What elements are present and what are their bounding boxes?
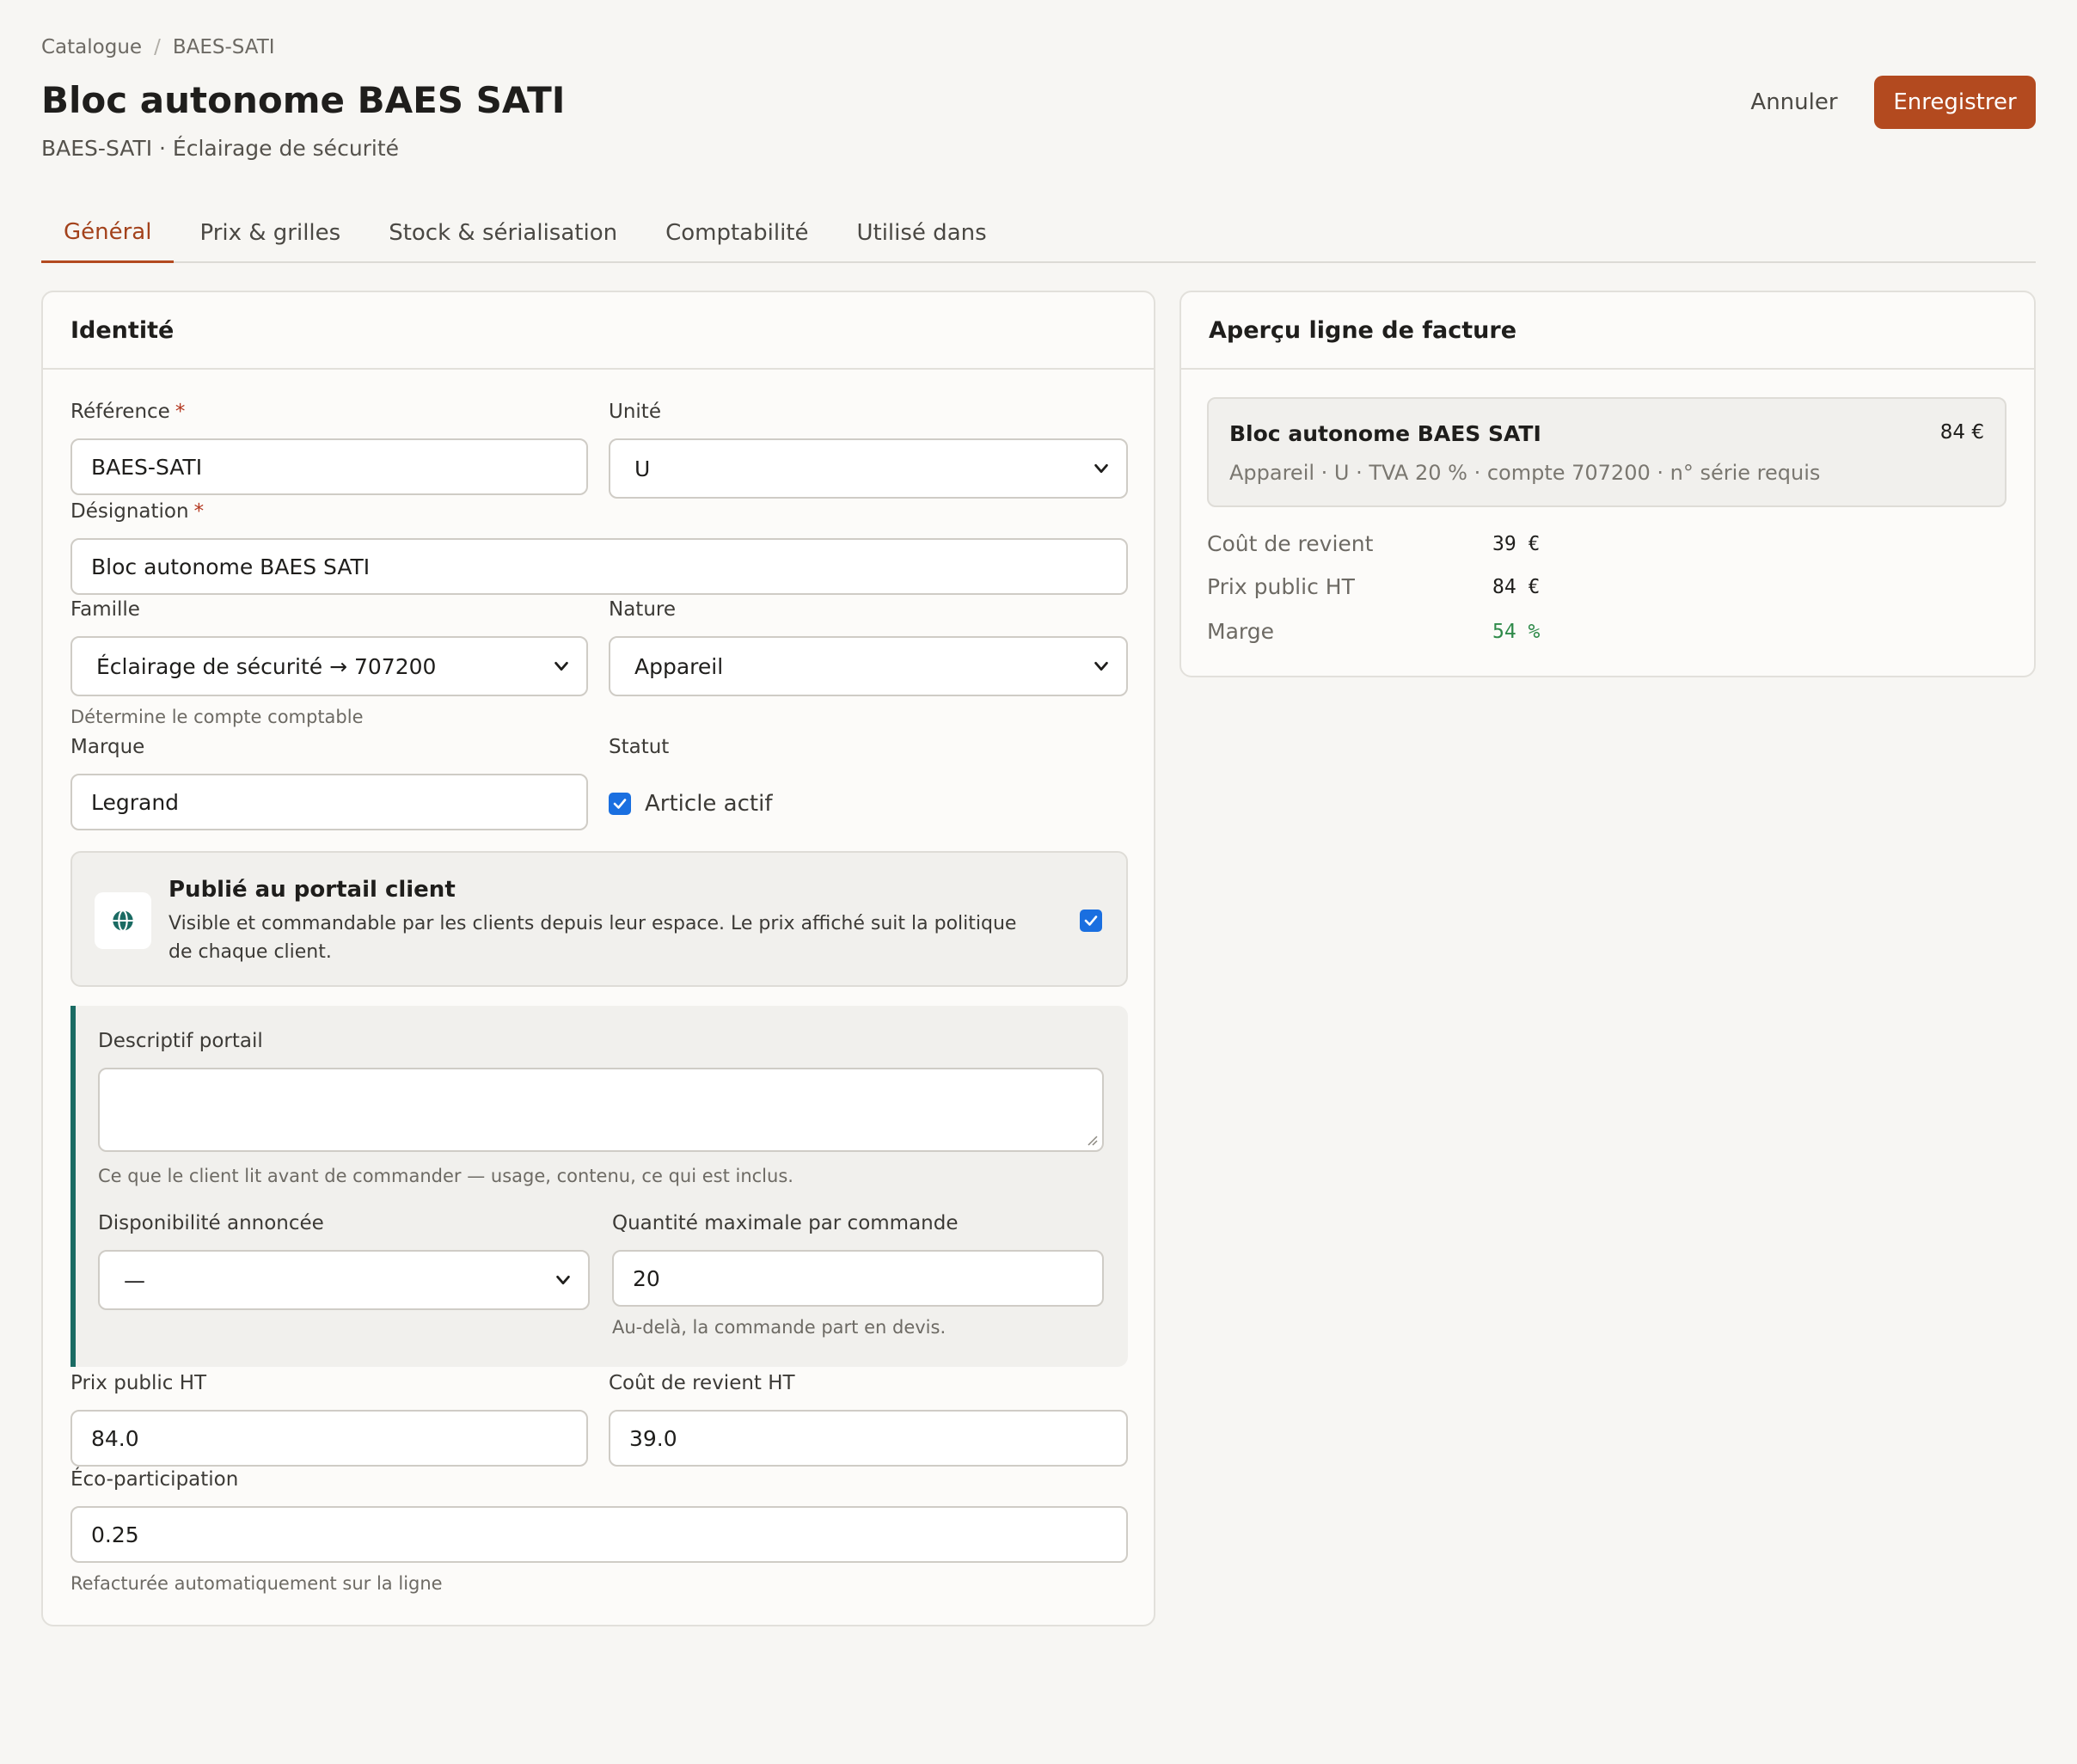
chevron-down-icon (554, 661, 568, 671)
breadcrumb-separator: / (154, 36, 161, 58)
globe-icon (95, 892, 151, 949)
page-subtitle: BAES-SATI · Éclairage de sécurité (41, 136, 400, 161)
public-price-value: 84.0 (91, 1425, 139, 1451)
eco-participation-input[interactable]: 0.25 (70, 1506, 1128, 1563)
identity-card: Identité Référence * BAES-SATI Unité U Dé… (41, 291, 1155, 1626)
portal-description-label: Descriptif portail (98, 1030, 263, 1052)
brand-input[interactable]: Legrand (70, 774, 588, 830)
family-label: Famille (70, 598, 140, 621)
active-checkbox[interactable] (609, 793, 631, 815)
invoice-line-meta: Appareil · U · TVA 20 % · compte 707200 … (1229, 461, 1821, 485)
availability-label: Disponibilité annoncée (98, 1212, 324, 1234)
nature-select[interactable]: Appareil (609, 636, 1128, 696)
page-title: Bloc autonome BAES SATI (41, 79, 566, 121)
cost-stat-label: Coût de revient (1207, 531, 1374, 556)
tab-accounting[interactable]: Comptabilité (643, 203, 830, 263)
required-mark: * (193, 500, 205, 523)
max-quantity-input[interactable]: 20 (612, 1250, 1104, 1307)
breadcrumb: Catalogue / BAES-SATI (41, 36, 275, 58)
tab-prices[interactable]: Prix & grilles (177, 203, 363, 263)
unit-select[interactable]: U (609, 438, 1128, 499)
margin-stat-label: Marge (1207, 619, 1274, 644)
unit-value: U (634, 456, 651, 481)
reference-label: Référence * (70, 401, 185, 423)
reference-value: BAES-SATI (91, 454, 203, 480)
save-button[interactable]: Enregistrer (1874, 76, 2036, 129)
active-toggle[interactable]: Article actif (609, 791, 772, 817)
required-mark: * (175, 401, 186, 423)
portal-publish-title: Publié au portail client (168, 877, 456, 903)
designation-label-text: Désignation (70, 500, 189, 523)
active-checkbox-label: Article actif (645, 791, 773, 817)
margin-stat-value: 54 % (1492, 621, 1541, 643)
portal-publish-checkbox[interactable] (1080, 910, 1102, 932)
brand-value: Legrand (91, 789, 180, 815)
portal-publish-box: Publié au portail client Visible et comm… (70, 851, 1128, 987)
eco-participation-label: Éco-participation (70, 1468, 239, 1491)
nature-label: Nature (609, 598, 676, 621)
tab-general[interactable]: Général (41, 203, 175, 263)
tab-used-in[interactable]: Utilisé dans (834, 203, 1008, 263)
public-price-stat-label: Prix public HT (1207, 574, 1355, 599)
cost-price-input[interactable]: 39.0 (609, 1410, 1128, 1467)
resize-handle-icon[interactable] (1085, 1133, 1099, 1147)
check-icon (613, 799, 627, 809)
family-hint: Détermine le compte comptable (70, 707, 364, 727)
designation-input[interactable]: Bloc autonome BAES SATI (70, 538, 1128, 595)
chevron-down-icon (1094, 661, 1108, 671)
max-quantity-label: Quantité maximale par commande (612, 1212, 959, 1234)
tab-stock[interactable]: Stock & sérialisation (366, 203, 640, 263)
public-price-input[interactable]: 84.0 (70, 1410, 588, 1467)
invoice-line-price: 84 € (1939, 421, 1984, 444)
invoice-line-preview: Bloc autonome BAES SATI 84 € Appareil · … (1207, 397, 2007, 507)
max-quantity-hint: Au-delà, la commande part en devis. (612, 1317, 947, 1338)
invoice-line-name: Bloc autonome BAES SATI (1229, 421, 1541, 446)
portal-description-textarea[interactable] (98, 1068, 1104, 1152)
reference-input[interactable]: BAES-SATI (70, 438, 588, 495)
public-price-label: Prix public HT (70, 1372, 207, 1394)
portal-description-hint: Ce que le client lit avant de commander … (98, 1166, 793, 1186)
eco-participation-hint: Refacturée automatiquement sur la ligne (70, 1573, 443, 1594)
status-label: Statut (609, 736, 670, 758)
brand-label: Marque (70, 736, 145, 758)
family-select[interactable]: Éclairage de sécurité → 707200 (70, 636, 588, 696)
cancel-button[interactable]: Annuler (1730, 76, 1859, 129)
breadcrumb-current: BAES-SATI (172, 36, 275, 58)
designation-value: Bloc autonome BAES SATI (91, 554, 371, 579)
availability-value: — (124, 1267, 145, 1293)
chevron-down-icon (556, 1275, 570, 1285)
reference-label-text: Référence (70, 401, 170, 423)
unit-label: Unité (609, 401, 661, 423)
breadcrumb-root-link[interactable]: Catalogue (41, 36, 142, 58)
eco-participation-value: 0.25 (91, 1522, 139, 1547)
portal-publish-description: Visible et commandable par les clients d… (168, 913, 1017, 963)
public-price-stat-value: 84 € (1492, 576, 1541, 598)
cost-stat-value: 39 € (1492, 533, 1541, 555)
chevron-down-icon (1094, 463, 1108, 474)
designation-label: Désignation * (70, 500, 204, 523)
check-icon (1084, 916, 1098, 926)
invoice-preview-title: Aperçu ligne de facture (1181, 292, 2034, 370)
invoice-preview-card: Aperçu ligne de facture Bloc autonome BA… (1179, 291, 2036, 677)
page: Catalogue / BAES-SATI Bloc autonome BAES… (0, 0, 2077, 1764)
cost-price-value: 39.0 (629, 1425, 677, 1451)
portal-details-panel: Descriptif portail Ce que le client lit … (70, 1006, 1128, 1367)
family-value: Éclairage de sécurité → 707200 (96, 653, 437, 679)
availability-select[interactable]: — (98, 1250, 590, 1310)
tab-bar: Général Prix & grilles Stock & sérialisa… (41, 203, 2036, 263)
nature-value: Appareil (634, 653, 724, 679)
cost-price-label: Coût de revient HT (609, 1372, 795, 1394)
identity-card-title: Identité (43, 292, 1154, 370)
max-quantity-value: 20 (633, 1265, 660, 1291)
